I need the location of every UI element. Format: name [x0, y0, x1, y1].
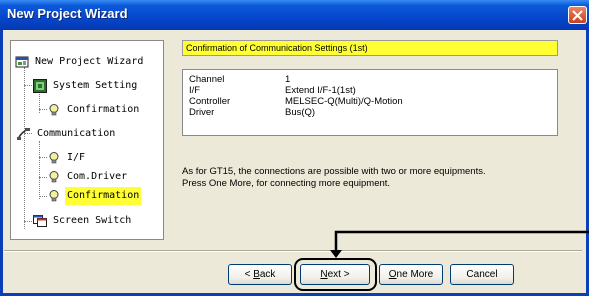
callout-arrow — [330, 230, 589, 258]
